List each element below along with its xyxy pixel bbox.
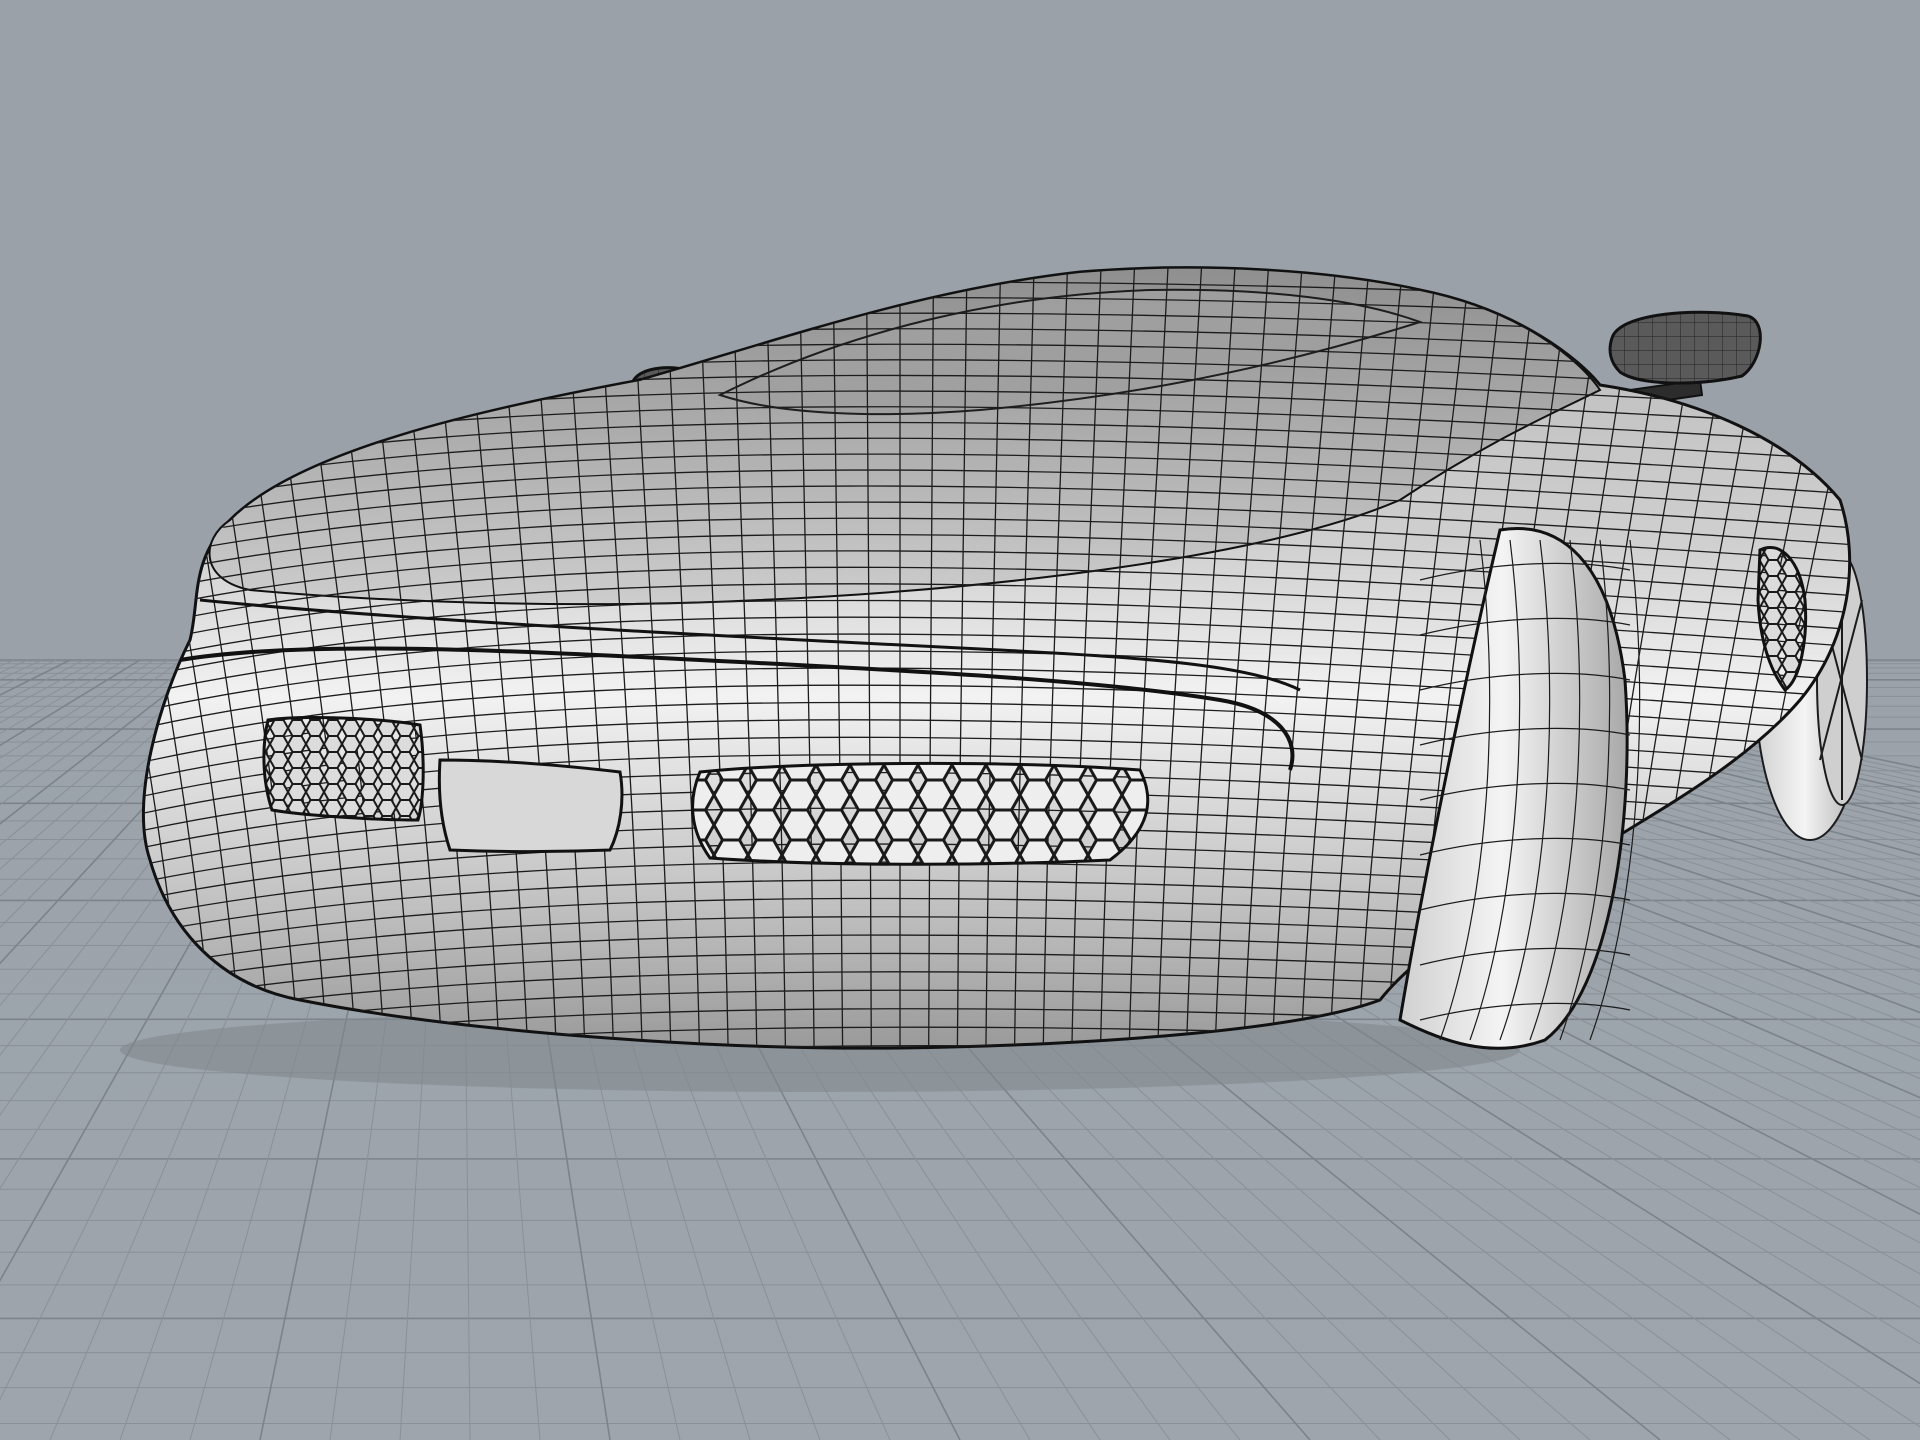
front-left-grille xyxy=(262,716,425,822)
front-center-grille xyxy=(691,761,1150,866)
perspective-viewport-scene[interactable] xyxy=(0,0,1920,1440)
front-center-intake xyxy=(437,758,624,853)
3d-viewport[interactable] xyxy=(0,0,1920,1440)
